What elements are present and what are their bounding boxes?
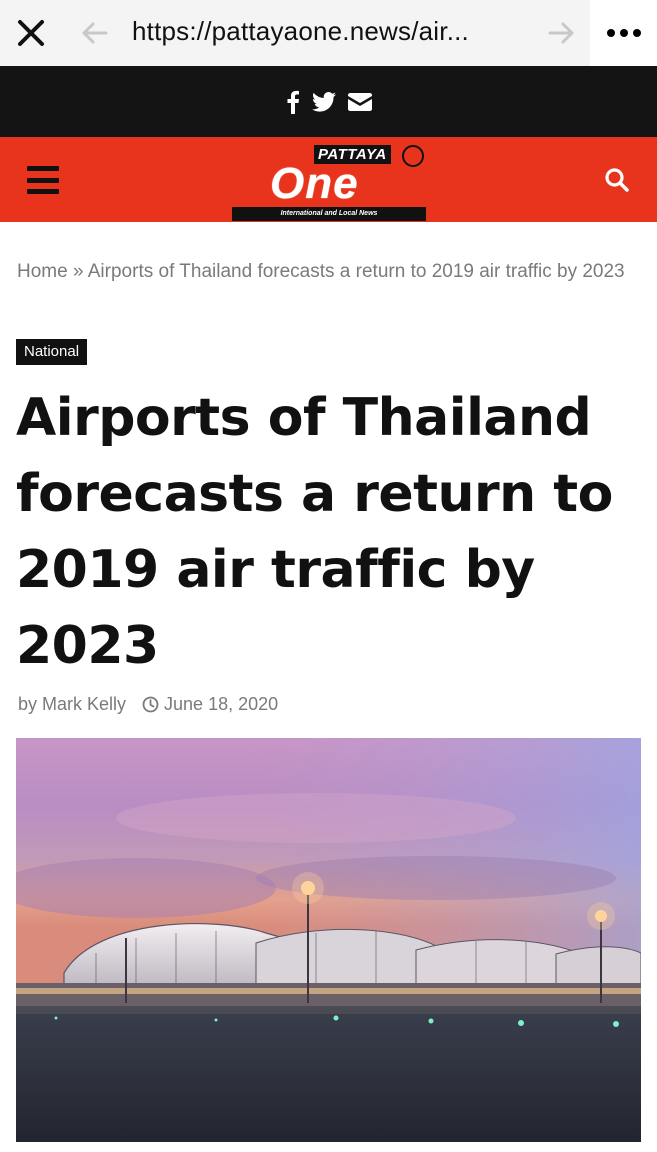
forward-arrow-icon[interactable] [546, 20, 576, 46]
clock-icon [142, 696, 159, 713]
back-arrow-icon[interactable] [80, 20, 110, 46]
facebook-icon[interactable] [286, 90, 300, 114]
url-field[interactable]: https://pattayaone.news/air... [132, 16, 469, 47]
dot-icon [606, 29, 615, 37]
article-meta: by Mark Kelly June 18, 2020 [18, 694, 278, 715]
more-options-button[interactable] [590, 0, 657, 66]
browser-toolbar: https://pattayaone.news/air... [0, 0, 657, 66]
dot-icon [632, 29, 641, 37]
logo-tagline: International and Local News [232, 207, 426, 221]
search-icon[interactable] [604, 167, 630, 193]
site-logo[interactable]: PATTAYA One International and Local News [232, 141, 426, 221]
category-badge[interactable]: National [16, 339, 88, 365]
article-title: Airports of Thailand forecasts a return … [16, 388, 613, 676]
envelope-icon[interactable] [347, 92, 372, 112]
breadcrumb[interactable]: Home » Airports of Thailand forecasts a … [17, 255, 637, 288]
dot-icon [619, 29, 628, 37]
twitter-icon[interactable] [311, 91, 336, 112]
social-bar [0, 66, 657, 137]
globe-icon [402, 145, 424, 167]
logo-name: One [270, 159, 359, 208]
site-header: PATTAYA One International and Local News [0, 137, 657, 222]
publish-date: June 18, 2020 [164, 694, 279, 714]
menu-icon[interactable] [27, 166, 59, 194]
author-link[interactable]: by Mark Kelly [18, 694, 126, 715]
hero-image [16, 738, 641, 1142]
close-icon[interactable] [16, 18, 46, 48]
